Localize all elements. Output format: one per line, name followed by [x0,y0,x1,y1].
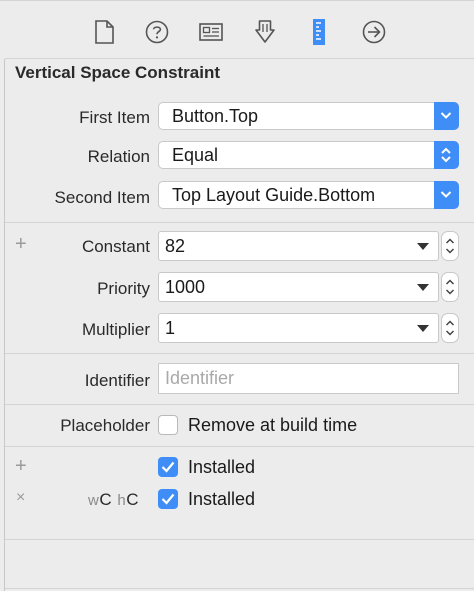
section-title: Vertical Space Constraint [15,63,221,82]
dropdown-arrow-icon[interactable] [417,284,429,291]
size-class-label: wC hC [88,490,139,510]
size-inspector-icon[interactable] [302,15,336,49]
inspector-left-border [4,0,5,591]
size-class-w-value: C [99,490,113,509]
add-variation-icon[interactable]: + [15,233,27,256]
priority-stepper[interactable] [441,272,459,302]
constant-label: Constant [81,237,150,256]
section-divider [5,446,474,447]
attributes-inspector-icon[interactable] [248,15,282,49]
relation-label: Relation [87,147,150,166]
multiplier-stepper[interactable] [441,313,459,343]
remove-size-class-icon[interactable]: × [16,489,25,507]
identity-inspector-icon[interactable] [194,15,228,49]
first-item-label: First Item [79,108,150,127]
first-item-popup[interactable]: Button.Top [158,102,459,130]
priority-value[interactable]: 1000 [165,277,205,297]
inspector-toolbar [0,0,474,59]
size-class-h-prefix: h [117,492,127,509]
second-item-popup[interactable]: Top Layout Guide.Bottom [158,181,459,209]
toolbar-divider [5,58,474,59]
installed-size-class-label[interactable]: Installed [188,489,255,510]
chevron-down-icon[interactable] [434,181,459,209]
relation-popup[interactable]: Equal [158,141,459,169]
constant-combo[interactable]: 82 [158,231,439,261]
second-item-value: Top Layout Guide.Bottom [172,185,376,205]
size-class-w-prefix: w [88,492,100,509]
installed-size-class-checkbox[interactable] [158,489,178,509]
priority-label: Priority [97,279,150,298]
add-size-class-icon[interactable]: + [15,455,27,478]
first-item-value: Button.Top [172,106,259,126]
constant-value[interactable]: 82 [165,236,185,256]
up-down-chevron-icon[interactable] [434,141,459,169]
installed-label[interactable]: Installed [188,457,255,478]
placeholder-label: Placeholder [60,416,150,435]
identifier-field[interactable]: Identifier [158,363,459,394]
quick-help-icon[interactable] [140,15,174,49]
connections-inspector-icon[interactable] [357,15,391,49]
section-divider [5,222,474,223]
multiplier-value[interactable]: 1 [165,318,175,338]
section-divider [5,353,474,354]
section-divider [5,404,474,405]
dropdown-arrow-icon[interactable] [417,243,429,250]
constant-stepper[interactable] [441,231,459,261]
relation-value: Equal [172,145,219,165]
dropdown-arrow-icon[interactable] [417,325,429,332]
size-class-h-value: C [126,490,139,509]
bottom-divider [5,588,474,589]
second-item-label: Second Item [54,188,150,207]
priority-combo[interactable]: 1000 [158,272,439,302]
chevron-down-icon[interactable] [434,102,459,130]
file-inspector-icon[interactable] [88,15,122,49]
identifier-label: Identifier [84,371,150,390]
remove-at-build-time-checkbox[interactable] [158,415,178,435]
installed-checkbox[interactable] [158,457,178,477]
remove-at-build-time-label[interactable]: Remove at build time [188,415,357,436]
identifier-placeholder: Identifier [165,368,235,388]
multiplier-combo[interactable]: 1 [158,313,439,343]
section-divider [5,539,474,540]
multiplier-label: Multiplier [81,320,150,339]
